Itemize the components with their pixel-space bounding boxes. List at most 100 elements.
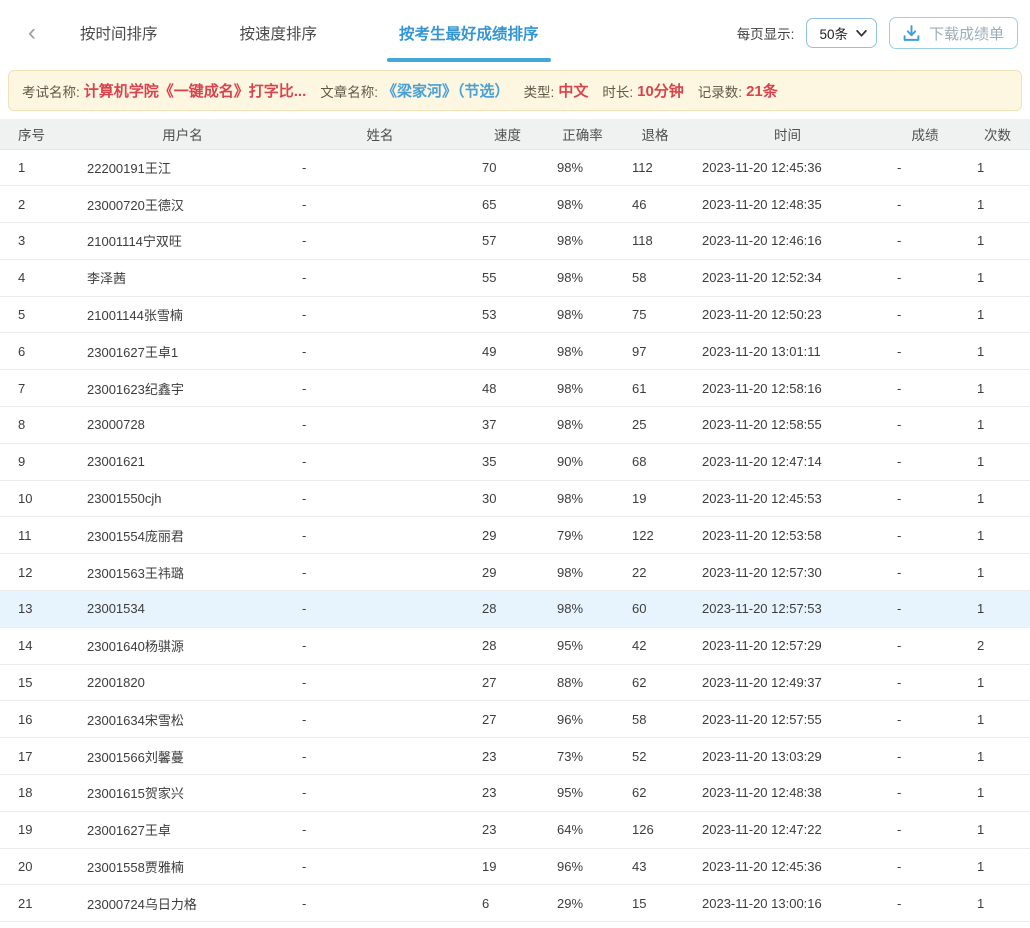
- download-button-label: 下载成绩单: [929, 23, 1004, 44]
- page-size-select[interactable]: 50条: [806, 18, 877, 48]
- cell-score: -: [885, 186, 965, 223]
- cell-index: 15: [0, 664, 75, 701]
- cell-name: -: [290, 223, 470, 260]
- duration-label: 时长:: [602, 81, 633, 101]
- cell-accuracy: 96%: [545, 848, 620, 885]
- cell-username: 23001534: [75, 591, 290, 628]
- exam-name-segment: 考试名称: 计算机学院《一键成名》打字比...: [22, 80, 306, 101]
- table-row[interactable]: 1223001563王祎璐-2998%222023-11-20 12:57:30…: [0, 554, 1030, 591]
- tab-sort-by-time[interactable]: 按时间排序: [78, 0, 160, 66]
- table-row[interactable]: 723001623纪鑫宇-4898%612023-11-20 12:58:16-…: [0, 370, 1030, 407]
- table-row[interactable]: 1123001554庞丽君-2979%1222023-11-20 12:53:5…: [0, 517, 1030, 554]
- table-row[interactable]: 223000720王德汉-6598%462023-11-20 12:48:35-…: [0, 186, 1030, 223]
- download-button[interactable]: 下载成绩单: [889, 17, 1018, 49]
- cell-index: 1: [0, 149, 75, 186]
- cell-score: -: [885, 517, 965, 554]
- cell-username: 23001640杨骐源: [75, 627, 290, 664]
- column-header-index: 序号: [0, 119, 75, 149]
- tab-sort-by-speed[interactable]: 按速度排序: [238, 0, 320, 66]
- cell-speed: 29: [470, 554, 545, 591]
- table-row[interactable]: 321001114宁双旺-5798%1182023-11-20 12:46:16…: [0, 223, 1030, 260]
- table-row[interactable]: 122200191王江-7098%1122023-11-20 12:45:36-…: [0, 149, 1030, 186]
- records-segment: 记录数: 21条: [698, 80, 778, 101]
- cell-backspace: 118: [620, 223, 690, 260]
- table-row[interactable]: 1623001634宋雪松-2796%582023-11-20 12:57:55…: [0, 701, 1030, 738]
- cell-attempts: 1: [965, 738, 1030, 775]
- cell-score: -: [885, 848, 965, 885]
- cell-backspace: 62: [620, 664, 690, 701]
- cell-index: 12: [0, 554, 75, 591]
- type-value: 中文: [558, 80, 588, 101]
- cell-index: 13: [0, 591, 75, 628]
- cell-time: 2023-11-20 12:57:53: [690, 591, 885, 628]
- cell-backspace: 68: [620, 443, 690, 480]
- page-size-value: 50条: [819, 23, 848, 43]
- cell-time: 2023-11-20 12:52:34: [690, 259, 885, 296]
- exam-info-bar: 考试名称: 计算机学院《一键成名》打字比... 文章名称: 《梁家河》（节选） …: [8, 70, 1022, 111]
- table-row[interactable]: 1323001534-2898%602023-11-20 12:57:53-1: [0, 591, 1030, 628]
- cell-backspace: 25: [620, 407, 690, 444]
- duration-segment: 时长: 10分钟: [602, 80, 683, 101]
- cell-backspace: 75: [620, 296, 690, 333]
- column-header-speed: 速度: [470, 119, 545, 149]
- cell-score: -: [885, 296, 965, 333]
- cell-time: 2023-11-20 12:48:35: [690, 186, 885, 223]
- table-row[interactable]: 2123000724乌日力格-629%152023-11-20 13:00:16…: [0, 885, 1030, 922]
- cell-username: 23001558贾雅楠: [75, 848, 290, 885]
- cell-score: -: [885, 259, 965, 296]
- cell-attempts: 1: [965, 517, 1030, 554]
- table-row[interactable]: 923001621-3590%682023-11-20 12:47:14-1: [0, 443, 1030, 480]
- cell-username: 23001627王卓1: [75, 333, 290, 370]
- table-row[interactable]: 823000728-3798%252023-11-20 12:58:55-1: [0, 407, 1030, 444]
- cell-accuracy: 98%: [545, 333, 620, 370]
- cell-index: 4: [0, 259, 75, 296]
- table-row[interactable]: 623001627王卓1-4998%972023-11-20 13:01:11-…: [0, 333, 1030, 370]
- back-icon[interactable]: ‹: [28, 21, 36, 45]
- cell-username: 23001563王祎璐: [75, 554, 290, 591]
- cell-backspace: 60: [620, 591, 690, 628]
- cell-accuracy: 98%: [545, 296, 620, 333]
- cell-time: 2023-11-20 12:47:14: [690, 443, 885, 480]
- cell-attempts: 1: [965, 186, 1030, 223]
- cell-attempts: 1: [965, 149, 1030, 186]
- table-row[interactable]: 1823001615贺家兴-2395%622023-11-20 12:48:38…: [0, 775, 1030, 812]
- cell-time: 2023-11-20 12:46:16: [690, 223, 885, 260]
- cell-backspace: 46: [620, 186, 690, 223]
- table-row[interactable]: 1723001566刘馨蔓-2373%522023-11-20 13:03:29…: [0, 738, 1030, 775]
- cell-speed: 27: [470, 664, 545, 701]
- cell-index: 18: [0, 775, 75, 812]
- cell-username: 23001615贺家兴: [75, 775, 290, 812]
- cell-username: 23001621: [75, 443, 290, 480]
- tab-sort-by-best-score[interactable]: 按考生最好成绩排序: [397, 0, 541, 66]
- cell-attempts: 1: [965, 480, 1030, 517]
- cell-backspace: 61: [620, 370, 690, 407]
- cell-index: 20: [0, 848, 75, 885]
- cell-score: -: [885, 149, 965, 186]
- cell-speed: 6: [470, 885, 545, 922]
- cell-index: 7: [0, 370, 75, 407]
- cell-backspace: 58: [620, 259, 690, 296]
- cell-username: 李泽茜: [75, 259, 290, 296]
- table-row[interactable]: 1423001640杨骐源-2895%422023-11-20 12:57:29…: [0, 627, 1030, 664]
- cell-name: -: [290, 738, 470, 775]
- table-row[interactable]: 1522001820-2788%622023-11-20 12:49:37-1: [0, 664, 1030, 701]
- cell-attempts: 1: [965, 811, 1030, 848]
- table-row[interactable]: 521001144张雪楠-5398%752023-11-20 12:50:23-…: [0, 296, 1030, 333]
- table-row[interactable]: 4李泽茜-5598%582023-11-20 12:52:34-1: [0, 259, 1030, 296]
- cell-accuracy: 98%: [545, 591, 620, 628]
- cell-index: 2: [0, 186, 75, 223]
- cell-time: 2023-11-20 12:58:55: [690, 407, 885, 444]
- cell-speed: 23: [470, 775, 545, 812]
- cell-index: 17: [0, 738, 75, 775]
- cell-name: -: [290, 664, 470, 701]
- cell-name: -: [290, 149, 470, 186]
- table-row[interactable]: 1023001550cjh-3098%192023-11-20 12:45:53…: [0, 480, 1030, 517]
- cell-attempts: 1: [965, 443, 1030, 480]
- cell-score: -: [885, 811, 965, 848]
- cell-name: -: [290, 407, 470, 444]
- cell-name: -: [290, 259, 470, 296]
- table-row[interactable]: 1923001627王卓-2364%1262023-11-20 12:47:22…: [0, 811, 1030, 848]
- cell-score: -: [885, 627, 965, 664]
- cell-time: 2023-11-20 13:00:16: [690, 885, 885, 922]
- table-row[interactable]: 2023001558贾雅楠-1996%432023-11-20 12:45:36…: [0, 848, 1030, 885]
